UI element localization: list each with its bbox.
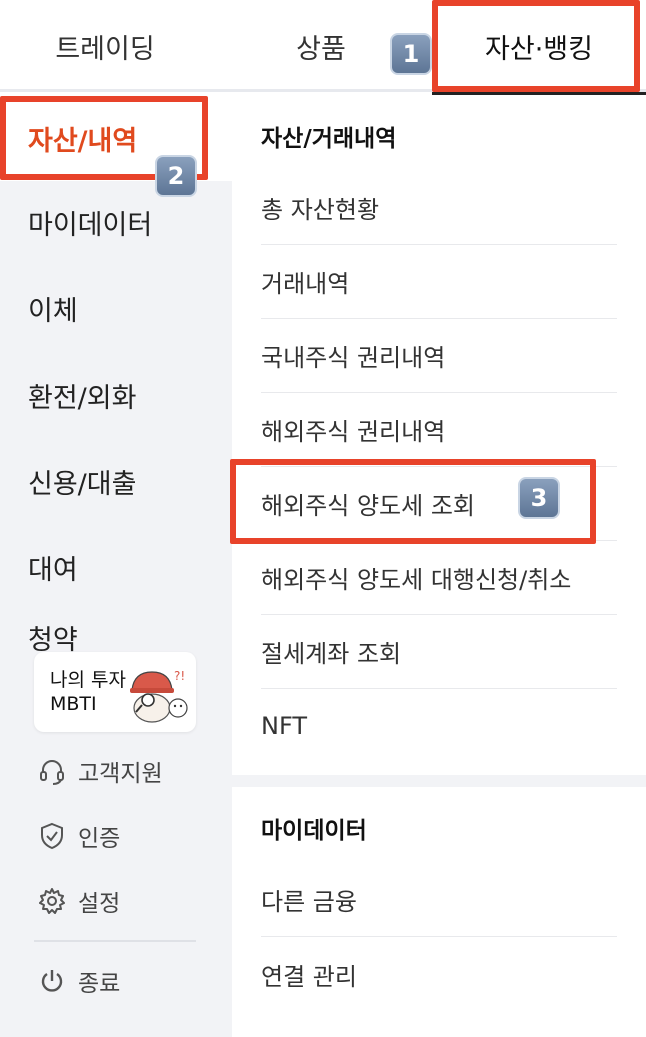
step-badge-1: 1: [390, 33, 432, 75]
menu-other-finance[interactable]: 다른 금융: [261, 863, 617, 937]
gear-icon: [36, 885, 68, 917]
utility-divider: [34, 940, 196, 942]
exit-link[interactable]: 종료: [36, 961, 120, 1001]
menu-total-assets[interactable]: 총 자산현황: [261, 171, 617, 245]
left-item-transfer[interactable]: 이체: [0, 265, 232, 351]
step-badge-3: 3: [518, 477, 560, 519]
submenu-panel: 자산/거래내역 총 자산현황 거래내역 국내주식 권리내역 해외주식 권리내역 …: [232, 95, 646, 1037]
section-title-assets-history: 자산/거래내역: [261, 126, 397, 152]
section-title-mydata: 마이데이터: [261, 818, 367, 844]
customer-support-link[interactable]: 고객지원: [36, 751, 163, 791]
menu-nft[interactable]: NFT: [261, 689, 617, 763]
exit-label: 종료: [78, 971, 121, 997]
character-with-magnifier-icon: ?!: [130, 669, 188, 723]
section-assets-history: 자산/거래내역 총 자산현황 거래내역 국내주식 권리내역 해외주식 권리내역 …: [232, 95, 646, 775]
shield-check-icon: [36, 820, 68, 852]
svg-text:?!: ?!: [174, 669, 185, 683]
menu-transaction-history[interactable]: 거래내역: [261, 245, 617, 319]
left-item-exchange[interactable]: 환전/외화: [0, 352, 232, 438]
mbti-line1: 나의 투자: [50, 669, 126, 691]
mbti-promo-card[interactable]: 나의 투자 MBTI ?!: [34, 652, 196, 732]
power-icon: [36, 965, 68, 997]
menu-domestic-rights[interactable]: 국내주식 권리내역: [261, 319, 617, 393]
menu-overseas-rights[interactable]: 해외주식 권리내역: [261, 393, 617, 467]
section-mydata: 마이데이터 다른 금융 연결 관리: [232, 787, 646, 1037]
menu-overseas-tax-filing[interactable]: 해외주식 양도세 대행신청/취소: [261, 541, 617, 615]
left-item-mydata[interactable]: 마이데이터: [0, 179, 232, 265]
left-item-credit-loan[interactable]: 신용/대출: [0, 438, 232, 524]
headset-icon: [36, 755, 68, 787]
tab-assets-banking[interactable]: 자산·뱅킹: [432, 0, 646, 95]
settings-link[interactable]: 설정: [36, 881, 120, 921]
left-item-lending[interactable]: 대여: [0, 524, 232, 610]
left-item-assets-history[interactable]: 자산/내역: [0, 95, 232, 181]
menu-tax-saving-account[interactable]: 절세계좌 조회: [261, 615, 617, 689]
menu-connection-management[interactable]: 연결 관리: [261, 937, 617, 1011]
mbti-promo-text: 나의 투자 MBTI: [50, 668, 126, 716]
top-tab-bar: 트레이딩 상품 자산·뱅킹: [0, 0, 646, 95]
mbti-line2: MBTI: [50, 693, 97, 715]
customer-support-label: 고객지원: [78, 761, 163, 787]
auth-label: 인증: [78, 826, 121, 852]
auth-link[interactable]: 인증: [36, 816, 120, 856]
menu-overseas-capital-gains-tax[interactable]: 해외주식 양도세 조회: [261, 467, 617, 541]
tab-trading[interactable]: 트레이딩: [0, 0, 210, 92]
step-badge-2: 2: [155, 155, 197, 197]
settings-label: 설정: [78, 891, 121, 917]
